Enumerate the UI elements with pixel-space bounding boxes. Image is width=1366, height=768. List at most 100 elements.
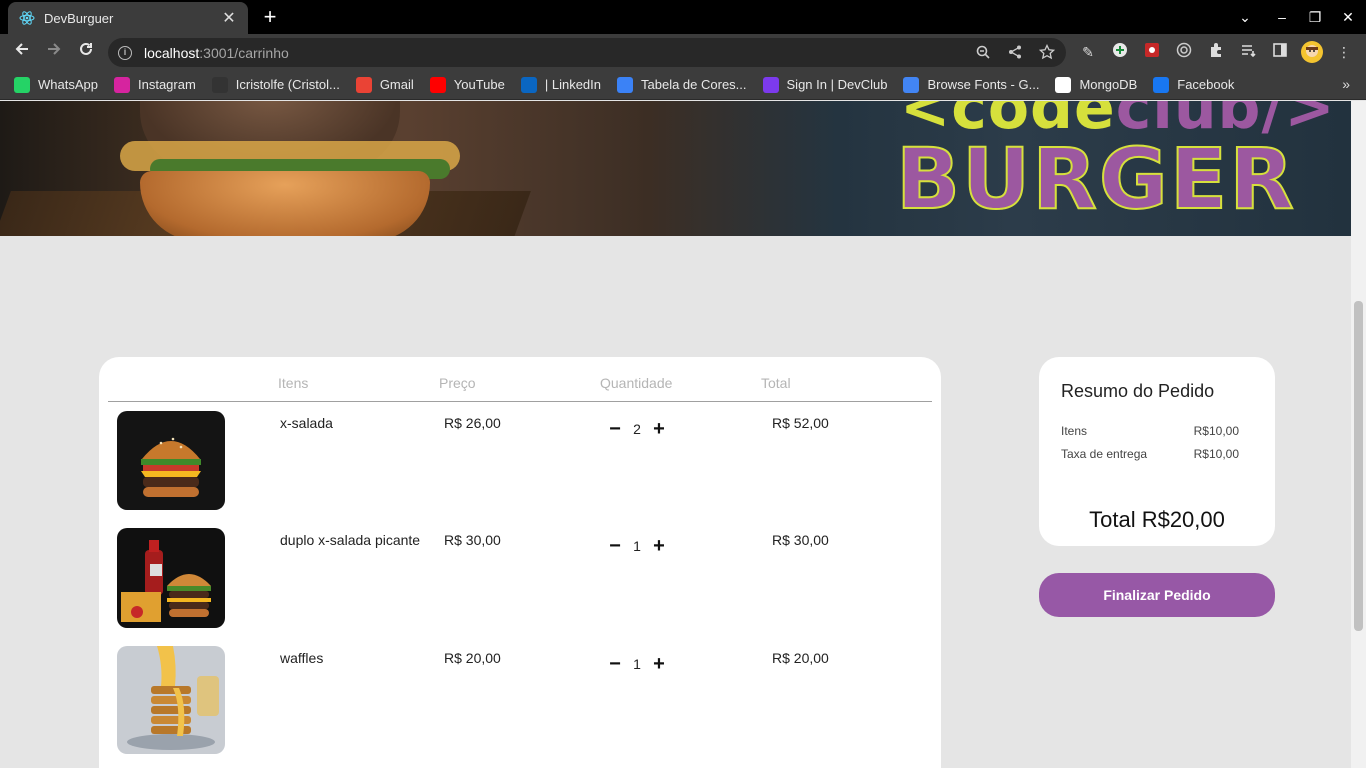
finalize-order-button[interactable]: Finalizar Pedido — [1039, 573, 1275, 617]
bookmark-notion[interactable]: MongoDB — [1055, 76, 1137, 93]
share-icon[interactable] — [1006, 44, 1024, 62]
quantity-value: 1 — [633, 538, 641, 554]
increase-button[interactable]: + — [652, 419, 666, 439]
red-extension-icon[interactable] — [1142, 42, 1162, 62]
product-price: R$ 30,00 — [444, 532, 501, 548]
reading-list-icon[interactable] — [1238, 42, 1258, 62]
browser-tab[interactable]: DevBurguer ✕ — [8, 2, 248, 34]
bookmark-linkedin[interactable]: | LinkedIn — [520, 76, 601, 93]
bookmark-label: Instagram — [137, 77, 196, 92]
reload-icon[interactable] — [74, 40, 98, 64]
bookmark-label: Tabela de Cores... — [641, 77, 747, 92]
page-viewport: <codeclub/> BURGER Itens Preço Quantidad… — [0, 101, 1351, 768]
summary-items-line: Itens R$10,00 — [1061, 424, 1239, 438]
summary-items-value: R$10,00 — [1193, 424, 1239, 438]
address-bar[interactable]: i localhost:3001/carrinho — [108, 38, 1066, 67]
header-total: Total — [761, 375, 791, 391]
side-panel-icon[interactable] — [1270, 42, 1290, 62]
bookmark-whatsapp[interactable]: WhatsApp — [14, 76, 98, 93]
info-icon[interactable]: i — [118, 45, 132, 60]
browser-titlebar: DevBurguer ✕ + ⌄ – ❐ ✕ — [0, 0, 1366, 34]
bookmarks-overflow-icon[interactable]: » — [1342, 76, 1350, 92]
decrease-button[interactable]: − — [608, 536, 622, 556]
zoom-icon[interactable] — [974, 44, 992, 62]
devclub-icon — [762, 76, 779, 93]
bookmark-github[interactable]: Icristolfe (Cristol... — [211, 76, 340, 93]
summary-delivery-line: Taxa de entrega R$10,00 — [1061, 447, 1239, 461]
header-items: Itens — [278, 375, 309, 391]
quantity-value: 2 — [633, 421, 641, 437]
cart-header: Itens Preço Quantidade Total — [108, 357, 932, 402]
bookmark-label: YouTube — [453, 77, 505, 92]
decrease-button[interactable]: − — [608, 419, 622, 439]
product-total: R$ 52,00 — [772, 415, 829, 431]
cart-table: Itens Preço Quantidade Total x-salada R$… — [99, 357, 941, 768]
bookmark-label: | LinkedIn — [544, 77, 601, 92]
forward-icon[interactable] — [42, 40, 66, 64]
bookmark-google-fonts[interactable]: Browse Fonts - G... — [903, 76, 1040, 93]
product-name: waffles — [280, 650, 324, 666]
summary-title: Resumo do Pedido — [1061, 381, 1215, 401]
github-icon — [211, 76, 228, 93]
page-scrollbar[interactable] — [1351, 101, 1366, 768]
bookmark-label: Browse Fonts - G... — [927, 77, 1040, 92]
summary-total: Total R$20,00 — [1089, 507, 1225, 532]
cart-row: x-salada R$ 26,00 − 2 + R$ 52,00 — [99, 411, 941, 521]
bookmark-devclub[interactable]: Sign In | DevClub — [762, 76, 888, 93]
bookmark-label: Facebook — [1177, 77, 1235, 92]
bookmark-palette[interactable]: Tabela de Cores... — [617, 76, 747, 93]
product-total: R$ 20,00 — [772, 650, 829, 666]
palette-icon — [617, 76, 633, 93]
tab-title: DevBurguer — [44, 10, 114, 26]
restore-icon[interactable]: ❐ — [1303, 6, 1327, 28]
facebook-icon — [1153, 76, 1170, 93]
order-summary: Resumo do Pedido Itens R$10,00 Taxa de e… — [1039, 357, 1275, 546]
decrease-button[interactable]: − — [608, 654, 622, 674]
increase-button[interactable]: + — [652, 536, 666, 556]
profile-avatar[interactable] — [1301, 41, 1323, 63]
product-name: x-salada — [280, 415, 333, 431]
increase-button[interactable]: + — [652, 654, 666, 674]
header-price: Preço — [439, 375, 476, 391]
minimize-icon[interactable]: – — [1270, 6, 1294, 28]
whatsapp-icon — [14, 76, 30, 93]
product-total: R$ 30,00 — [772, 532, 829, 548]
window-close-icon[interactable]: ✕ — [1336, 6, 1360, 28]
scrollbar-thumb[interactable] — [1354, 301, 1363, 631]
product-name: duplo x-salada picante — [280, 532, 421, 548]
summary-items-label: Itens — [1061, 424, 1088, 438]
pen-extension-icon[interactable]: ✎ — [1078, 42, 1098, 62]
plus-extension-icon[interactable] — [1110, 42, 1130, 62]
bookmark-facebook[interactable]: Facebook — [1153, 76, 1235, 93]
bookmark-label: Icristolfe (Cristol... — [235, 77, 340, 92]
new-tab-button[interactable]: + — [258, 6, 282, 30]
summary-delivery-value: R$10,00 — [1193, 447, 1239, 461]
brand-burger: BURGER — [895, 129, 1296, 229]
product-price: R$ 26,00 — [444, 415, 501, 431]
quantity-stepper: − 1 + — [608, 652, 688, 676]
quantity-value: 1 — [633, 656, 641, 672]
back-icon[interactable] — [10, 40, 34, 64]
url-path: :3001/carrinho — [199, 44, 289, 61]
menu-icon[interactable]: ⋮ — [1334, 42, 1354, 62]
youtube-icon — [429, 76, 446, 93]
target-extension-icon[interactable] — [1174, 42, 1194, 62]
cart-row: waffles R$ 20,00 − 1 + R$ 20,00 — [99, 646, 941, 756]
extensions-icon[interactable] — [1206, 42, 1226, 62]
cart-row: duplo x-salada picante R$ 30,00 − 1 + R$… — [99, 528, 941, 638]
close-tab-icon[interactable]: ✕ — [220, 8, 238, 28]
bookmark-label: WhatsApp — [38, 77, 98, 92]
bookmark-label: Sign In | DevClub — [786, 77, 888, 92]
burger-bun-image — [140, 171, 430, 236]
tab-search-icon[interactable]: ⌄ — [1233, 6, 1257, 28]
bookmark-gmail[interactable]: Gmail — [355, 76, 414, 93]
bookmark-youtube[interactable]: YouTube — [429, 76, 505, 93]
product-image-x-salada — [117, 411, 225, 510]
react-icon — [18, 9, 36, 27]
bookmark-instagram[interactable]: Instagram — [113, 76, 196, 93]
star-icon[interactable] — [1038, 43, 1056, 62]
hero-banner: <codeclub/> BURGER — [0, 101, 1351, 236]
summary-delivery-label: Taxa de entrega — [1061, 447, 1148, 461]
quantity-stepper: − 2 + — [608, 417, 688, 441]
header-quantity: Quantidade — [600, 375, 673, 391]
